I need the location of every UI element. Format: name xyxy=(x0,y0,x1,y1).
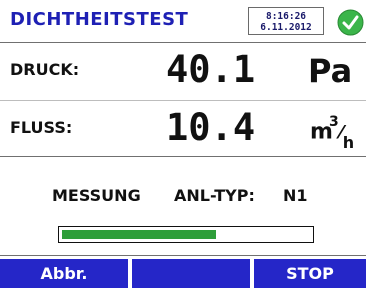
flow-unit: m3⁄h xyxy=(310,114,355,152)
divider xyxy=(0,100,366,101)
divider xyxy=(0,42,366,43)
header-bar: DICHTHEITSTEST 8:16:26 6.11.2012 xyxy=(0,0,366,42)
pressure-unit: Pa xyxy=(308,52,353,90)
flow-value: 10.4 xyxy=(166,106,256,149)
softkey-stop[interactable]: STOP xyxy=(254,259,366,288)
pressure-label: DRUCK: xyxy=(10,60,80,79)
status-type-label: ANL-TYP: xyxy=(174,186,255,205)
status-type-value: N1 xyxy=(283,186,308,205)
screen-edge xyxy=(366,0,373,288)
flow-unit-sup: 3 xyxy=(328,114,339,130)
softkey-bar: Abbr. STOP xyxy=(0,259,366,288)
divider xyxy=(0,156,366,157)
device-screen: DICHTHEITSTEST 8:16:26 6.11.2012 DRUCK: … xyxy=(0,0,366,288)
softkey-abort[interactable]: Abbr. xyxy=(0,259,128,288)
progress-fill xyxy=(62,230,216,239)
progress-bar xyxy=(58,226,314,243)
divider xyxy=(0,255,366,256)
screen-title: DICHTHEITSTEST xyxy=(10,9,189,30)
datetime-box: 8:16:26 6.11.2012 xyxy=(248,7,324,35)
check-circle-icon xyxy=(337,9,364,36)
clock-time: 8:16:26 xyxy=(265,11,307,22)
flow-label: FLUSS: xyxy=(10,118,73,137)
flow-unit-den: h xyxy=(342,132,355,152)
clock-date: 6.11.2012 xyxy=(260,22,312,33)
status-mode: MESSUNG xyxy=(52,186,141,205)
softkey-middle[interactable] xyxy=(132,259,250,288)
pressure-value: 40.1 xyxy=(166,48,256,91)
